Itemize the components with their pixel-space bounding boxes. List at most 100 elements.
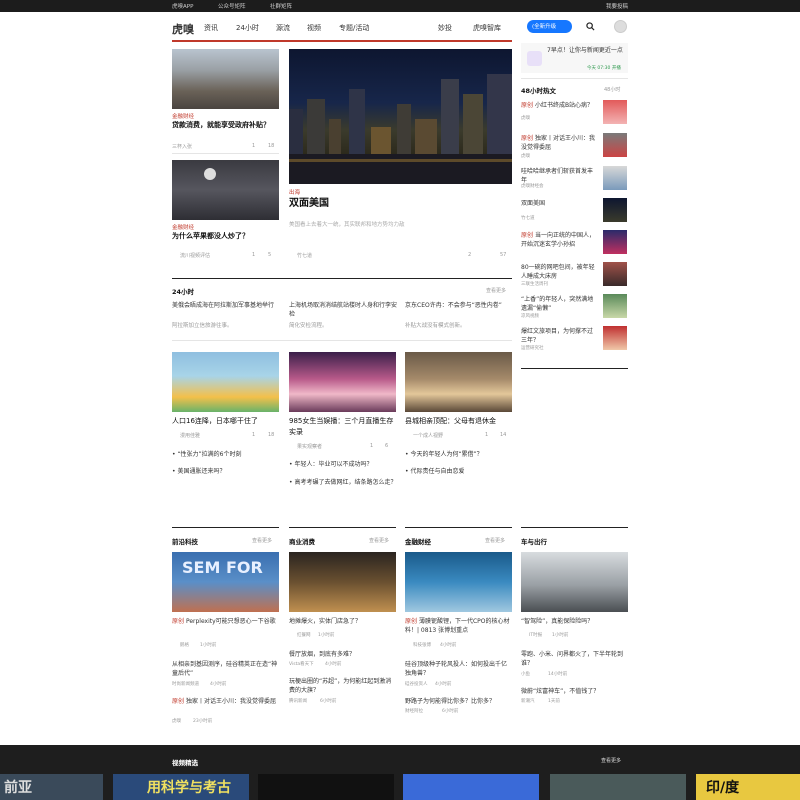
lead-left1-author[interactable]: 三杯入张 [172, 143, 192, 150]
card-author[interactable]: 一个成人视野 [413, 432, 443, 439]
user-avatar-icon[interactable] [614, 20, 627, 33]
section-lead-title[interactable]: Perplexity可能只想恶心一下谷歌 [186, 618, 276, 625]
section-item-title[interactable]: 独家丨对话王小川：我没觉得委屈 [186, 698, 276, 705]
sidebar-promo[interactable]: 7早点！让你与新闻更近一点 今天 07:30 开播 [521, 43, 628, 73]
nav-item-24h[interactable]: 24小时 [236, 23, 259, 33]
lead-left2-title[interactable]: 为什么苹果都没人炒了？ [172, 231, 279, 242]
lead-main-image[interactable] [289, 49, 512, 184]
section-image-car[interactable] [521, 552, 628, 612]
community-link[interactable]: 社群矩阵 [270, 2, 292, 10]
section-item-title[interactable]: 硅谷顶级种子轮风投人：如何投出千亿独角兽？ [405, 660, 512, 678]
card-bullet[interactable]: • 美国通胀还来吗？ [172, 467, 225, 476]
section-lead-author[interactable]: 红餐网 [297, 632, 311, 638]
nav-item-video[interactable]: 视频 [307, 23, 321, 33]
card-image-kids-playground[interactable] [172, 352, 279, 412]
hot-item[interactable]: “上香”的年轻人，突然满地遗漏“偷懒” 凉风视频 [521, 294, 628, 320]
video-section: 视频精选 查看更多 前亚 用科学与考古 印/度 [0, 745, 800, 800]
promo-text: 7早点！让你与新闻更近一点 [547, 47, 623, 54]
card-bullet[interactable]: • 今天的年轻人为何“累借”？ [405, 450, 483, 459]
video-tile[interactable]: 用科学与考古 [113, 774, 249, 800]
lead-left2-likes: 5 [268, 252, 272, 258]
video-tile[interactable] [403, 774, 539, 800]
hot-item[interactable]: 哇哈哈继承者们斩获首发丰年 虎嗅财经会 [521, 166, 628, 192]
video-tile[interactable]: 前亚 [0, 774, 103, 800]
search-icon[interactable] [586, 22, 595, 31]
hot-item[interactable]: 80一碗的网吧包间，被年轻人睡成大床房 三联生活周刊 [521, 262, 628, 288]
nav-red-underline [172, 40, 512, 42]
h24-item-title[interactable]: 上海机场取消消结航站楼时人身和行李安检 [289, 301, 397, 319]
gzh-link[interactable]: 公众号矩阵 [218, 2, 246, 10]
site-logo[interactable]: 虎嗅 [172, 21, 194, 37]
nav-item-think-tank[interactable]: 虎嗅智库 [473, 23, 501, 33]
video-tile[interactable] [550, 774, 686, 800]
card-title[interactable]: 人口16连降，日本哪干住了 [172, 416, 279, 427]
section-title: 前沿科技 [172, 538, 198, 546]
video-tile[interactable]: 印/度 [696, 774, 800, 800]
section-item-title[interactable]: 从相亲到基因测序，硅谷精英正在造“神童后代” [172, 660, 279, 678]
hot-item[interactable]: 双面美国 竹七道 [521, 198, 628, 224]
section-lead-title[interactable]: 薄膜铌酸锂，下一代CPO的核心材料！| 0813 张博划重点 [405, 618, 509, 634]
section-item-title[interactable]: 野路子为何能得比你多？比你多？ [405, 697, 512, 706]
lead-main-author[interactable]: 竹七道 [297, 252, 312, 259]
section-more[interactable]: 查看更多 [252, 537, 272, 544]
section-image-lab[interactable] [405, 552, 512, 612]
card-likes: 18 [268, 432, 275, 438]
hot-item[interactable]: 原创 独家丨对话王小川：我没觉得委屈 虎嗅 [521, 133, 628, 159]
lead-left1-image[interactable] [172, 49, 279, 109]
lead-main-title[interactable]: 双面美国 [289, 197, 329, 211]
card-title[interactable]: 985女生当娱播：三个月直播生存实录 [289, 416, 396, 438]
card-author[interactable]: 漫用佳雅 [180, 432, 200, 439]
section-more[interactable]: 查看更多 [369, 537, 389, 544]
h24-title: 24小时 [172, 288, 195, 296]
section-item-title[interactable]: 微蔚“炫富神车”，不值钱了？ [521, 687, 628, 696]
video-tile[interactable] [258, 774, 394, 800]
section-lead-author[interactable]: 科技张博 [413, 642, 431, 648]
lead-left2-author[interactable]: 流川视频评估 [180, 252, 210, 259]
section-item-title[interactable]: 零跑、小米、问界都火了，下半年轮到谁？ [521, 650, 628, 668]
card-bullet[interactable]: • 代际责任与自由恋爱 [405, 467, 464, 476]
lead-main-tag[interactable]: 出海 [289, 188, 300, 196]
app-link[interactable]: 虎嗅APP [172, 2, 193, 10]
card-bullet[interactable]: • 高考考碾了去做网红，结条路怎么走？ [289, 478, 396, 487]
card-bullet[interactable]: • 年轻人：毕业可以不成功吗？ [289, 460, 372, 469]
lead-left2-tag[interactable]: 金融财经 [172, 223, 194, 231]
hot-item[interactable]: 原创 当一向正统的中国人，开始沉迷玄学小孙招 [521, 230, 628, 256]
lead-left1-likes: 18 [268, 143, 275, 149]
lead-left2-image[interactable] [172, 160, 279, 220]
h24-item-title[interactable]: 美俄会晤成海在阿拉斯加军事基地举行 [172, 301, 280, 310]
card-image-livestream[interactable] [289, 352, 396, 412]
section-lead-title[interactable]: “智驾险”，真能保险险吗？ [521, 617, 628, 626]
nav-item-topics[interactable]: 专题/活动 [339, 23, 369, 33]
hot-item[interactable]: 爆红文旅项目，为何撑不过三年？ 运营研究社 [521, 326, 628, 352]
main-nav: 虎嗅 资讯 24小时 源流 视频 专题/活动 妙投 虎嗅智库 (全新升级 [0, 13, 800, 41]
nav-item-news[interactable]: 资讯 [204, 23, 218, 33]
section-lead-author[interactable]: 鹅格 [180, 642, 189, 648]
section-lead-title[interactable]: 地摊爆火，实体门店急了？ [289, 617, 396, 626]
h24-more-link[interactable]: 查看更多 [486, 287, 506, 294]
card-image-dinner-date[interactable] [405, 352, 512, 412]
hot-thumb [603, 294, 627, 318]
lead-left1-tag[interactable]: 金融财经 [172, 112, 194, 120]
section-image-tech[interactable]: SEM FOR [172, 552, 279, 612]
card-title[interactable]: 县城相亲顶配：父母有退休金 [405, 416, 512, 427]
hot-range[interactable]: 48小时 [604, 86, 620, 93]
card-bullet[interactable]: • “性张力”拉满的6个时刻 [172, 450, 242, 459]
section-lead-time: 1小时前 [552, 633, 569, 638]
section-image-night-market[interactable] [289, 552, 396, 612]
section-lead-time: 1小时前 [318, 633, 335, 638]
section-rule [405, 527, 512, 528]
upgrade-badge[interactable]: (全新升级 [527, 20, 572, 33]
nav-item-miaotou[interactable]: 妙投 [438, 23, 452, 33]
nav-item-origin[interactable]: 源流 [276, 23, 290, 33]
lead-left1-title[interactable]: 贷款消费，就能享受政府补贴？ [172, 120, 279, 131]
section-item-title[interactable]: 餐厅放烟，到底有多难？ [289, 650, 396, 659]
video-more-link[interactable]: 查看更多 [601, 757, 621, 764]
card-author[interactable]: 果实观察者 [297, 443, 322, 450]
hot-item[interactable]: 原创 小红书终成B站心病？ 虎嗅 [521, 100, 628, 126]
contribute-link[interactable]: 我要投稿 [606, 2, 628, 10]
h24-item-title[interactable]: 京东CEO许冉：不会参与“恶性内卷” [405, 301, 513, 310]
section-lead-author[interactable]: IT时报 [529, 632, 542, 638]
section-rule [521, 527, 628, 528]
section-more[interactable]: 查看更多 [485, 537, 505, 544]
section-item-title[interactable]: 玩梗出圈的“苏超”，为何能红起到激消费的大旗？ [289, 677, 396, 695]
